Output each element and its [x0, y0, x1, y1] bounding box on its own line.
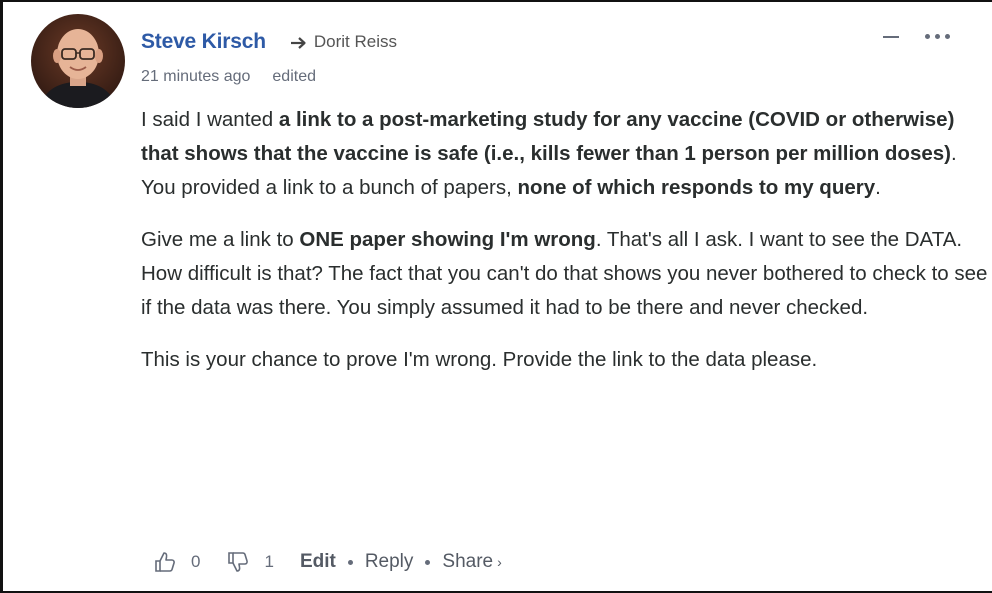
edit-button[interactable]: Edit [300, 551, 336, 573]
timestamp[interactable]: 21 minutes ago [141, 68, 250, 86]
upvote-group[interactable]: 0 [153, 550, 200, 574]
chevron-right-icon: › [497, 554, 502, 570]
comment-text: Give me a link to [141, 228, 300, 251]
comment-text: I said I wanted [141, 108, 279, 131]
ellipsis-icon[interactable] [925, 34, 950, 39]
minus-icon[interactable] [883, 35, 899, 38]
separator-dot [425, 559, 431, 565]
downvote-group[interactable]: 1 [226, 550, 274, 574]
comment-footer: 0 1 Edit Reply Share › [153, 550, 502, 574]
arrow-right-icon [290, 37, 306, 49]
comment-paragraph: Give me a link to ONE paper showing I'm … [141, 223, 991, 325]
comment-body: I said I wanted a link to a post-marketi… [141, 103, 991, 395]
thumbs-down-icon[interactable] [226, 550, 250, 574]
thumbs-up-icon[interactable] [153, 550, 177, 574]
share-button[interactable]: Share › [442, 551, 501, 573]
reply-to[interactable]: Dorit Reiss [290, 32, 397, 52]
comment-paragraph: This is your chance to prove I'm wrong. … [141, 343, 991, 377]
comment-meta: 21 minutes ago edited [141, 68, 316, 86]
comment-header: Steve Kirsch Dorit Reiss [141, 29, 397, 55]
comment-card: Steve Kirsch Dorit Reiss 21 minutes ago … [0, 0, 992, 593]
author-name[interactable]: Steve Kirsch [141, 30, 266, 54]
comment-controls [883, 34, 950, 39]
share-label: Share [442, 551, 494, 572]
comment-text: This is your chance to prove I'm wrong. … [141, 348, 818, 371]
avatar[interactable] [31, 14, 125, 108]
separator-dot [347, 559, 353, 565]
comment-text: . [875, 176, 881, 199]
comment-bold-text: ONE paper showing I'm wrong [299, 228, 596, 251]
reply-to-name: Dorit Reiss [313, 32, 397, 51]
downvote-count: 1 [264, 552, 274, 571]
comment-bold-text: none of which responds to my query [517, 176, 876, 199]
comment-paragraph: I said I wanted a link to a post-marketi… [141, 103, 991, 205]
edited-label: edited [272, 68, 316, 85]
upvote-count: 0 [191, 552, 201, 571]
reply-button[interactable]: Reply [365, 551, 414, 573]
